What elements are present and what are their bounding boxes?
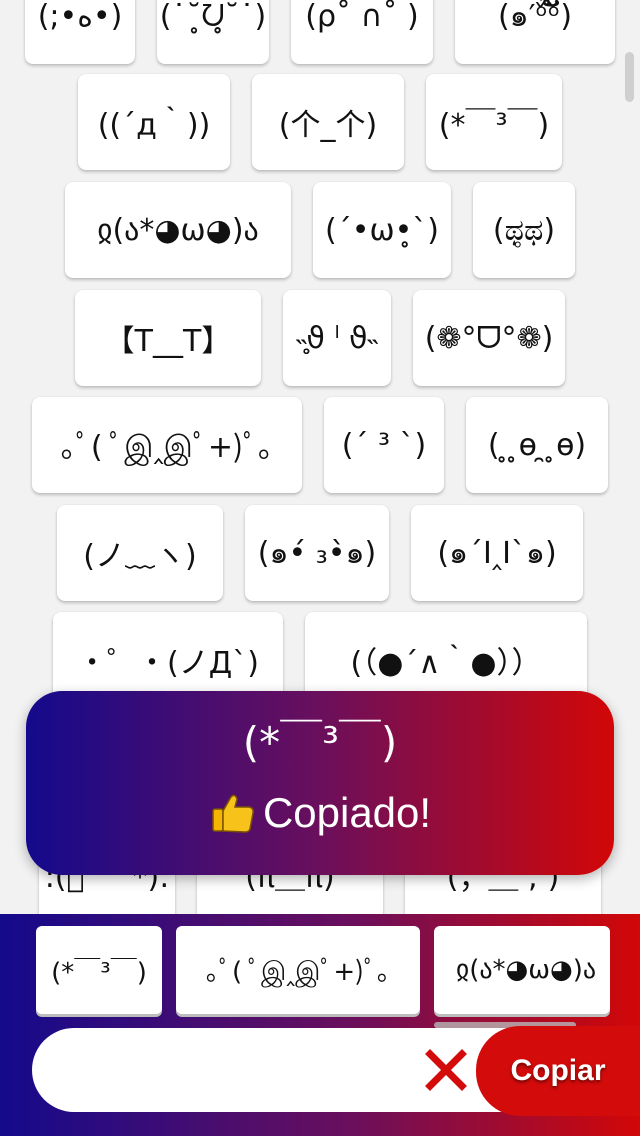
- emoticon-key[interactable]: (´•ω•̥`): [313, 182, 451, 278]
- emoticon-key[interactable]: (๑•́ ₃•̀๑): [245, 505, 389, 601]
- toast-message-row: Copiado!: [26, 789, 614, 837]
- bottom-bar: (*￣³￣) ｡ﾟ( ﾟஇ‸இﾟ+)ﾟ｡ ჲ(ა*◕ω◕)ა Copiar: [0, 914, 640, 1136]
- grid-row: ჲ(ა*◕ω◕)ა (´•ω•̥`) (ಥ̥ಥ): [0, 182, 640, 278]
- emoticon-key[interactable]: (๑′ᵒ̌̀ᵒ̌ັ): [455, 0, 615, 64]
- copy-button[interactable]: Copiar: [476, 1026, 640, 1116]
- thumbs-up-icon: [212, 794, 254, 833]
- emoticon-key[interactable]: (˙˘̥ᘢ̥˘˙): [157, 0, 269, 64]
- grid-row: 【T__T】 ˵̥̥̥ϑ ˡ ϑ˵ (❁°ᗜ°❁): [0, 290, 640, 386]
- grid-row: (ノ﹏ヽ) (๑•́ ₃•̀๑) (๑´Ⅰ‸Ⅰ`๑): [0, 505, 640, 601]
- emoticon-key[interactable]: ˵̥̥̥ϑ ˡ ϑ˵: [283, 290, 391, 386]
- emoticon-key[interactable]: ｡ﾟ( ﾟஇ‸இﾟ+)ﾟ｡: [32, 397, 302, 493]
- emoticon-key[interactable]: (ノ﹏ヽ): [57, 505, 223, 601]
- grid-row: ｡ﾟ( ﾟஇ‸இﾟ+)ﾟ｡ (´ ³ `) ( ̥ ̥ɵ ̯ ̥ɵ): [0, 397, 640, 493]
- grid-row: (;•ﻩ•) (˙˘̥ᘢ̥˘˙) (ρ˚ ∩˚ ) (๑′ᵒ̌̀ᵒ̌ັ): [0, 0, 640, 64]
- history-item[interactable]: ｡ﾟ( ﾟஇ‸இﾟ+)ﾟ｡: [176, 926, 420, 1014]
- emoticon-key[interactable]: ((´д｀)): [78, 74, 230, 170]
- emoticon-key[interactable]: (❁°ᗜ°❁): [413, 290, 565, 386]
- history-strip[interactable]: (*￣³￣) ｡ﾟ( ﾟஇ‸இﾟ+)ﾟ｡ ჲ(ა*◕ω◕)ა: [0, 926, 640, 1028]
- emoticon-input[interactable]: [62, 1028, 446, 1112]
- emoticon-key[interactable]: 【T__T】: [75, 290, 261, 386]
- close-x-icon[interactable]: [424, 1048, 468, 1092]
- emoticon-key[interactable]: ჲ(ა*◕ω◕)ა: [65, 182, 291, 278]
- emoticon-key[interactable]: (๑´Ⅰ‸Ⅰ`๑): [411, 505, 583, 601]
- emoticon-key[interactable]: (ρ˚ ∩˚ ): [291, 0, 433, 64]
- history-item[interactable]: (*￣³￣): [36, 926, 162, 1014]
- emoticon-key[interactable]: (ಥ̥ಥ): [473, 182, 575, 278]
- grid-scrollbar[interactable]: [625, 52, 634, 102]
- toast-emoticon: (*￣³￣): [242, 718, 398, 767]
- toast-text: Copiado!: [262, 789, 432, 836]
- emoticon-key[interactable]: (个_个): [252, 74, 404, 170]
- emoticon-key[interactable]: (*￣³￣): [426, 74, 562, 170]
- copied-toast: (*￣³￣) Copiado!: [26, 691, 614, 875]
- emoticon-key[interactable]: (;•ﻩ•): [25, 0, 135, 64]
- grid-row: ((´д｀)) (个_个) (*￣³￣): [0, 74, 640, 170]
- emoticon-key[interactable]: (´ ³ `): [324, 397, 444, 493]
- emoticon-key[interactable]: ( ̥ ̥ɵ ̯ ̥ɵ): [466, 397, 608, 493]
- history-item[interactable]: ჲ(ა*◕ω◕)ა: [434, 926, 610, 1014]
